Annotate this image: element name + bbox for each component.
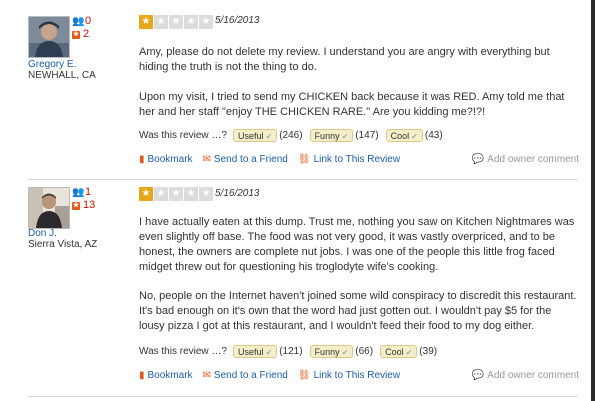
star-icon: ★ bbox=[199, 15, 213, 29]
star-icon: ★ bbox=[154, 187, 168, 201]
review-divider bbox=[28, 179, 578, 180]
check-icon: ✔ bbox=[411, 132, 418, 141]
check-icon: ✔ bbox=[405, 348, 413, 357]
review-divider bbox=[28, 396, 578, 397]
review-actions: ▮ Bookmark ✉ Send to a Friend ⛓ Link to Thi… bbox=[139, 370, 579, 381]
check-icon: ✔ bbox=[341, 348, 349, 357]
review-paragraph: No, people on the Internet haven't joine… bbox=[139, 290, 577, 332]
friends-icon: 👥 bbox=[72, 15, 85, 27]
vote-prompt: Was this review …? bbox=[139, 130, 227, 141]
star-icon: ★ bbox=[184, 187, 198, 201]
review-date: 5/16/2013 bbox=[215, 15, 260, 26]
review-actions: ▮ Bookmark ✉ Send to a Friend ⛓ Link to Thi… bbox=[139, 154, 579, 165]
check-icon: ✔ bbox=[265, 348, 273, 357]
check-icon: ✔ bbox=[341, 132, 349, 141]
star-icon: ★ bbox=[154, 15, 168, 29]
friends-count: 0 bbox=[85, 15, 92, 27]
review-paragraph: I have actually eaten at this dump. Trus… bbox=[139, 216, 575, 273]
useful-count: (121) bbox=[279, 346, 303, 357]
star-rating: ★ ★ ★ ★ ★ bbox=[139, 187, 213, 201]
avatar[interactable] bbox=[28, 187, 70, 229]
user-name-link[interactable]: Don J. bbox=[28, 228, 57, 239]
bookmark-icon: ▮ bbox=[139, 370, 145, 381]
user-name-link[interactable]: Gregory E. bbox=[28, 59, 76, 70]
user-location: NEWHALL, CA bbox=[28, 70, 96, 81]
bookmark-link[interactable]: ▮ Bookmark bbox=[139, 370, 193, 381]
funny-button[interactable]: Funny ✔ bbox=[309, 129, 354, 142]
add-owner-comment-link[interactable]: 💬 Add owner comment bbox=[472, 370, 579, 381]
star-rating: ★ ★ ★ ★ ★ bbox=[139, 15, 213, 29]
speech-bubble-icon: 💬 bbox=[471, 370, 485, 381]
user-stats: 👥 1 ★ 13 bbox=[72, 186, 95, 212]
useful-button[interactable]: Useful ✔ bbox=[232, 129, 278, 142]
review-count: 2 bbox=[83, 28, 90, 40]
funny-count: (147) bbox=[355, 130, 379, 141]
link-icon: ⛓ bbox=[297, 370, 311, 381]
send-to-friend-link[interactable]: ✉ Send to a Friend bbox=[203, 154, 288, 165]
review-paragraph: Amy, please do not delete my review. I u… bbox=[139, 46, 550, 73]
user-stats: 👥 0 ★ 2 bbox=[72, 15, 91, 41]
star-icon: ★ bbox=[184, 15, 198, 29]
vote-prompt: Was this review …? bbox=[139, 346, 227, 357]
add-owner-comment-link[interactable]: 💬 Add owner comment bbox=[472, 154, 579, 165]
review-item: 👥 0 ★ 2 Gregory E. NEWHALL, CA ★ ★ ★ ★ ★ 5… bbox=[0, 4, 590, 180]
send-to-friend-link[interactable]: ✉ Send to a Friend bbox=[203, 370, 288, 381]
link-icon: ⛓ bbox=[297, 154, 311, 165]
star-icon: ★ bbox=[139, 15, 153, 29]
envelope-icon: ✉ bbox=[202, 370, 211, 381]
cool-count: (43) bbox=[424, 130, 443, 141]
cool-count: (39) bbox=[419, 346, 438, 357]
star-icon: ★ bbox=[169, 187, 183, 201]
link-to-review-link[interactable]: ⛓ Link to This Review bbox=[298, 154, 400, 165]
check-icon: ✔ bbox=[265, 132, 273, 141]
bookmark-icon: ▮ bbox=[139, 154, 145, 165]
star-icon: ★ bbox=[169, 15, 183, 29]
review-count: 13 bbox=[83, 199, 96, 211]
avatar[interactable] bbox=[28, 16, 70, 58]
review-date: 5/16/2013 bbox=[215, 188, 260, 199]
star-icon: ★ bbox=[139, 187, 153, 201]
star-icon: ★ bbox=[199, 187, 213, 201]
user-location: Sierra Vista, AZ bbox=[28, 239, 98, 250]
window-edge bbox=[591, 0, 595, 401]
cool-button[interactable]: Cool ✔ bbox=[380, 345, 418, 358]
vote-bar: Was this review …? Useful ✔ (121) Funny ✔ … bbox=[139, 345, 444, 358]
review-count-icon: ★ bbox=[72, 201, 80, 210]
bookmark-link[interactable]: ▮ Bookmark bbox=[139, 154, 193, 165]
funny-button[interactable]: Funny ✔ bbox=[309, 345, 354, 358]
friends-count: 1 bbox=[85, 186, 92, 198]
review-paragraph: Upon my visit, I tried to send my CHICKE… bbox=[139, 91, 565, 118]
useful-button[interactable]: Useful ✔ bbox=[232, 345, 278, 358]
review-item: 👥 1 ★ 13 Don J. Sierra Vista, AZ ★ ★ ★ ★ ★… bbox=[0, 182, 590, 394]
friends-icon: 👥 bbox=[72, 186, 85, 198]
link-to-review-link[interactable]: ⛓ Link to This Review bbox=[298, 370, 400, 381]
envelope-icon: ✉ bbox=[202, 154, 211, 165]
funny-count: (66) bbox=[355, 346, 374, 357]
review-count-icon: ★ bbox=[72, 30, 80, 39]
cool-button[interactable]: Cool ✔ bbox=[385, 129, 423, 142]
vote-bar: Was this review …? Useful ✔ (246) Funny ✔ … bbox=[139, 129, 450, 142]
useful-count: (246) bbox=[279, 130, 303, 141]
speech-bubble-icon: 💬 bbox=[471, 154, 485, 165]
